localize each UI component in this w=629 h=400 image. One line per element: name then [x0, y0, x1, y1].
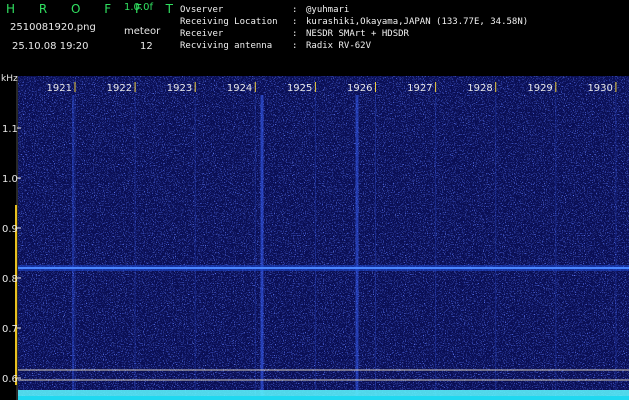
y-tick-label: 0.8 — [2, 274, 18, 285]
signal-line — [18, 267, 629, 269]
meteor-streak — [355, 95, 359, 400]
meteor-streak — [260, 95, 264, 400]
waterfall-sparkle — [18, 76, 629, 400]
x-tick-label: 1927 — [407, 83, 432, 94]
x-tick-label: 1928 — [467, 83, 492, 94]
x-tick-label: 1921 — [47, 83, 72, 94]
noise-level-floor — [18, 396, 629, 400]
waterfall-spectrogram: 1921 1922 1923 1924 1925 1926 1927 1928 1929 1930… — [2, 76, 629, 400]
y-tick-label: 1.0 — [2, 174, 18, 185]
x-tick-label: 1929 — [527, 83, 552, 94]
y-axis-unit: kHz — [1, 74, 18, 84]
x-tick-label: 1925 — [287, 83, 312, 94]
y-tick-label: 0.6 — [2, 374, 18, 385]
x-tick-label: 1924 — [227, 83, 252, 94]
meteor-streak — [72, 95, 74, 400]
y-tick-label: 1.1 — [2, 124, 18, 135]
x-tick-label: 1923 — [167, 83, 192, 94]
y-tick-label: 0.7 — [2, 324, 18, 335]
x-tick-label: 1922 — [107, 83, 132, 94]
x-tick-label: 1926 — [347, 83, 372, 94]
y-tick-label: 0.9 — [2, 224, 18, 235]
x-tick-label: 1930 — [587, 83, 612, 94]
